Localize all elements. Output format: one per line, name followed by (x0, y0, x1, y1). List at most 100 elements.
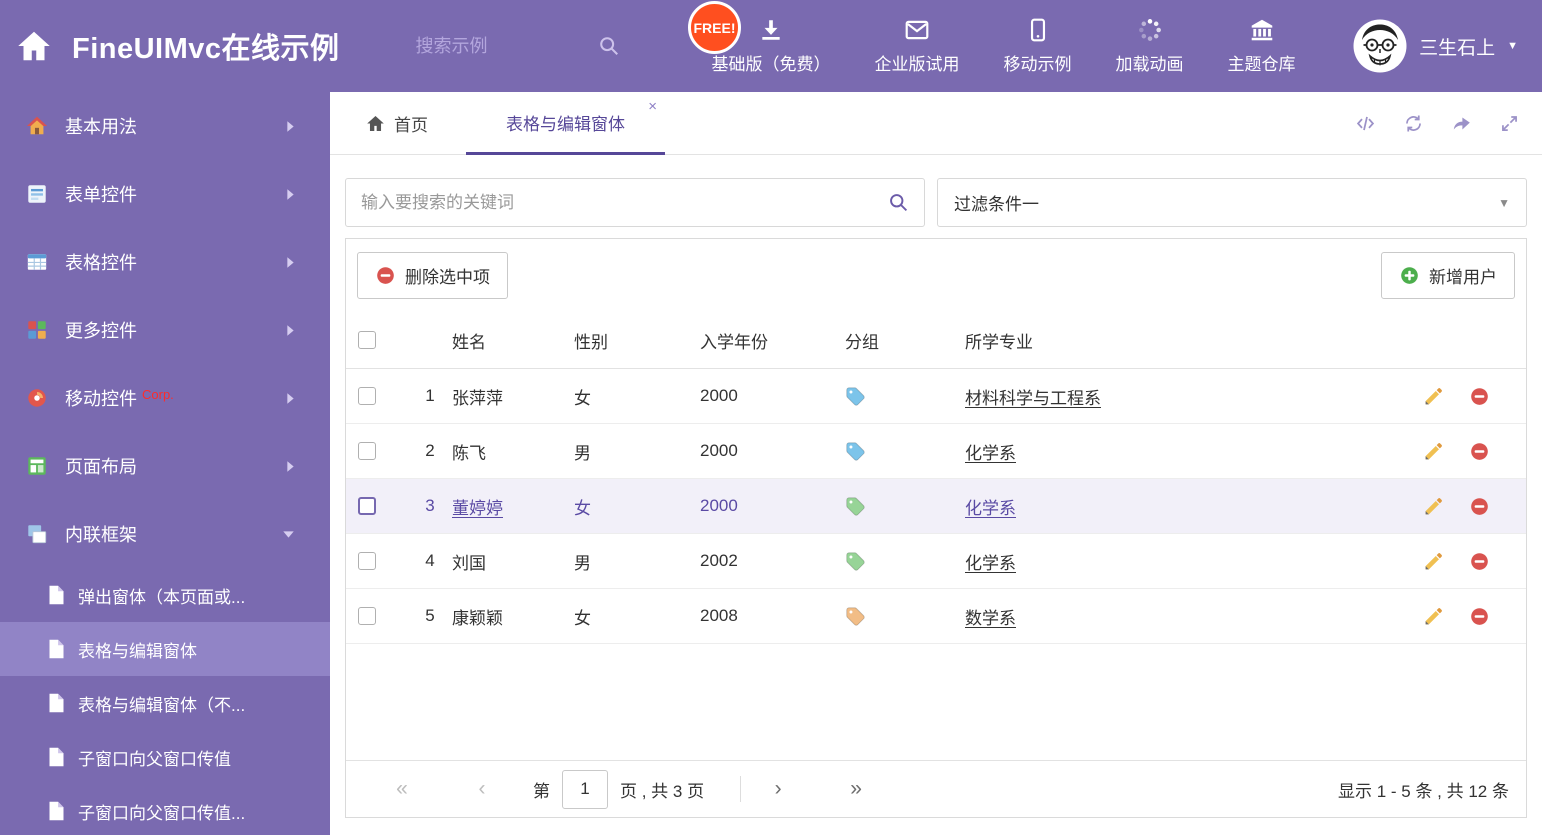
row-index: 2 (425, 441, 435, 460)
table-icon (26, 251, 48, 273)
tab-home[interactable]: 首页 (360, 92, 434, 154)
row-year: 2002 (700, 551, 738, 570)
major-link[interactable]: 化学系 (965, 549, 1016, 574)
header-search (415, 35, 628, 57)
table-row[interactable]: 4 刘国 男 2002 化学系 (346, 534, 1526, 589)
row-name: 张萍萍 (452, 388, 503, 408)
nav-item-enterprise-trial[interactable]: 企业版试用 (875, 17, 960, 75)
header-nav: 基础版（免费） 企业版试用 移动示例 加载动画 主题仓库 (712, 17, 1296, 75)
edit-row-icon[interactable] (1423, 551, 1444, 572)
row-checkbox[interactable] (358, 497, 376, 515)
table-row[interactable]: 5 康颖颖 女 2008 数学系 (346, 589, 1526, 644)
table-row[interactable]: 1 张萍萍 女 2000 材料科学与工程系 (346, 369, 1526, 424)
major-link[interactable]: 数学系 (965, 604, 1016, 629)
delete-selected-button[interactable]: 删除选中项 (357, 252, 508, 299)
select-all-checkbox[interactable] (358, 331, 376, 349)
delete-row-icon[interactable] (1469, 496, 1490, 517)
sidebar-item-label: 移动控件 (65, 389, 137, 409)
row-gender: 女 (574, 388, 591, 408)
add-user-label: 新增用户 (1429, 268, 1497, 287)
sidebar-item-label: 表单控件 (65, 185, 137, 205)
delete-row-icon[interactable] (1469, 386, 1490, 407)
frames-icon (26, 523, 48, 545)
tab-label: 表格与编辑窗体 (506, 114, 625, 134)
file-icon (48, 801, 65, 821)
row-index: 5 (425, 606, 435, 625)
first-page-button[interactable]: « (389, 777, 415, 801)
envelope-icon (904, 17, 930, 43)
edit-row-icon[interactable] (1423, 441, 1444, 462)
nav-item-mobile-demo[interactable]: 移动示例 (1004, 17, 1072, 75)
prev-page-button[interactable]: ‹ (469, 777, 495, 801)
refresh-icon[interactable] (1403, 113, 1424, 134)
row-name: 陈飞 (452, 443, 486, 463)
tab-grid-edit-window[interactable]: 表格与编辑窗体 × (466, 92, 665, 155)
pagination-bar: « ‹ 第 页 , 共 3 页 › » 显示 1 - 5 条 , 共 12 条 (346, 760, 1526, 817)
home-logo-icon[interactable] (16, 28, 52, 64)
nav-item-theme-store[interactable]: 主题仓库 (1228, 17, 1296, 75)
user-name: 三生石上 (1419, 37, 1496, 59)
sidebar-subitem-grid-edit-window[interactable]: 表格与编辑窗体 (0, 622, 330, 676)
keyword-search-input[interactable] (361, 192, 888, 213)
row-checkbox[interactable] (358, 442, 376, 460)
plus-circle-icon (1399, 265, 1420, 286)
row-gender: 女 (574, 608, 591, 628)
header-cell-group: 分组 (845, 332, 879, 352)
open-new-window-icon[interactable] (1451, 113, 1472, 134)
sidebar-subitem-label: 表格与编辑窗体 (78, 641, 197, 661)
search-icon[interactable] (888, 192, 909, 213)
page-number-input[interactable] (562, 769, 608, 809)
edit-row-icon[interactable] (1423, 496, 1444, 517)
sidebar-item-iframe[interactable]: 内联框架 (0, 500, 330, 568)
sidebar-item-label: 页面布局 (65, 457, 137, 477)
sidebar-item-form-controls[interactable]: 表单控件 (0, 160, 330, 228)
sidebar-item-basic-usage[interactable]: 基本用法 (0, 92, 330, 160)
sidebar-subitem-child-to-parent[interactable]: 子窗口向父窗口传值 (0, 730, 330, 784)
spinner-icon (1137, 17, 1163, 43)
row-checkbox[interactable] (358, 387, 376, 405)
user-menu[interactable]: 三生石上 ▼ (1353, 19, 1518, 73)
edit-row-icon[interactable] (1423, 606, 1444, 627)
chevron-right-icon (286, 392, 295, 405)
search-icon[interactable] (598, 35, 620, 57)
nav-item-loading-animation[interactable]: 加载动画 (1116, 17, 1184, 75)
add-user-button[interactable]: 新增用户 (1381, 252, 1515, 299)
sidebar-item-mobile-controls[interactable]: 移动控件 Corp. (0, 364, 330, 432)
chevron-right-icon (286, 460, 295, 473)
nav-item-label: 基础版（免费） (711, 55, 831, 74)
row-year: 2000 (700, 496, 738, 515)
sidebar-item-more-controls[interactable]: 更多控件 (0, 296, 330, 364)
sidebar-item-grid-controls[interactable]: 表格控件 (0, 228, 330, 296)
delete-row-icon[interactable] (1469, 606, 1490, 627)
header-search-input[interactable] (415, 35, 586, 57)
major-link[interactable]: 化学系 (965, 494, 1016, 519)
row-checkbox[interactable] (358, 552, 376, 570)
table-row[interactable]: 2 陈飞 男 2000 化学系 (346, 424, 1526, 479)
next-page-button[interactable]: › (765, 777, 791, 801)
major-link[interactable]: 化学系 (965, 439, 1016, 464)
header-cell-name: 姓名 (452, 332, 486, 352)
delete-row-icon[interactable] (1469, 551, 1490, 572)
row-year: 2008 (700, 606, 738, 625)
source-code-icon[interactable] (1355, 113, 1376, 134)
last-page-button[interactable]: » (843, 777, 869, 801)
row-name: 董婷婷 (452, 498, 503, 518)
table-row-selected[interactable]: 3 董婷婷 女 2000 化学系 (346, 479, 1526, 534)
row-index: 3 (425, 496, 435, 515)
sidebar-subitem-popup-window[interactable]: 弹出窗体（本页面或... (0, 568, 330, 622)
edit-row-icon[interactable] (1423, 386, 1444, 407)
delete-row-icon[interactable] (1469, 441, 1490, 462)
sidebar-subitem-label: 弹出窗体（本页面或... (78, 587, 246, 607)
filter-dropdown[interactable]: 过滤条件一 ▼ (937, 178, 1527, 227)
major-link[interactable]: 材料科学与工程系 (965, 384, 1101, 409)
close-tab-icon[interactable]: × (648, 99, 657, 114)
nav-item-label: 主题仓库 (1227, 55, 1296, 74)
row-checkbox[interactable] (358, 607, 376, 625)
chevron-down-icon (282, 530, 295, 539)
maximize-icon[interactable] (1499, 113, 1520, 134)
sidebar-subitem-child-to-parent-2[interactable]: 子窗口向父窗口传值... (0, 784, 330, 835)
sidebar-item-page-layout[interactable]: 页面布局 (0, 432, 330, 500)
row-year: 2000 (700, 441, 738, 460)
sidebar-subitem-grid-edit-window-2[interactable]: 表格与编辑窗体（不... (0, 676, 330, 730)
tag-icon (845, 386, 866, 407)
